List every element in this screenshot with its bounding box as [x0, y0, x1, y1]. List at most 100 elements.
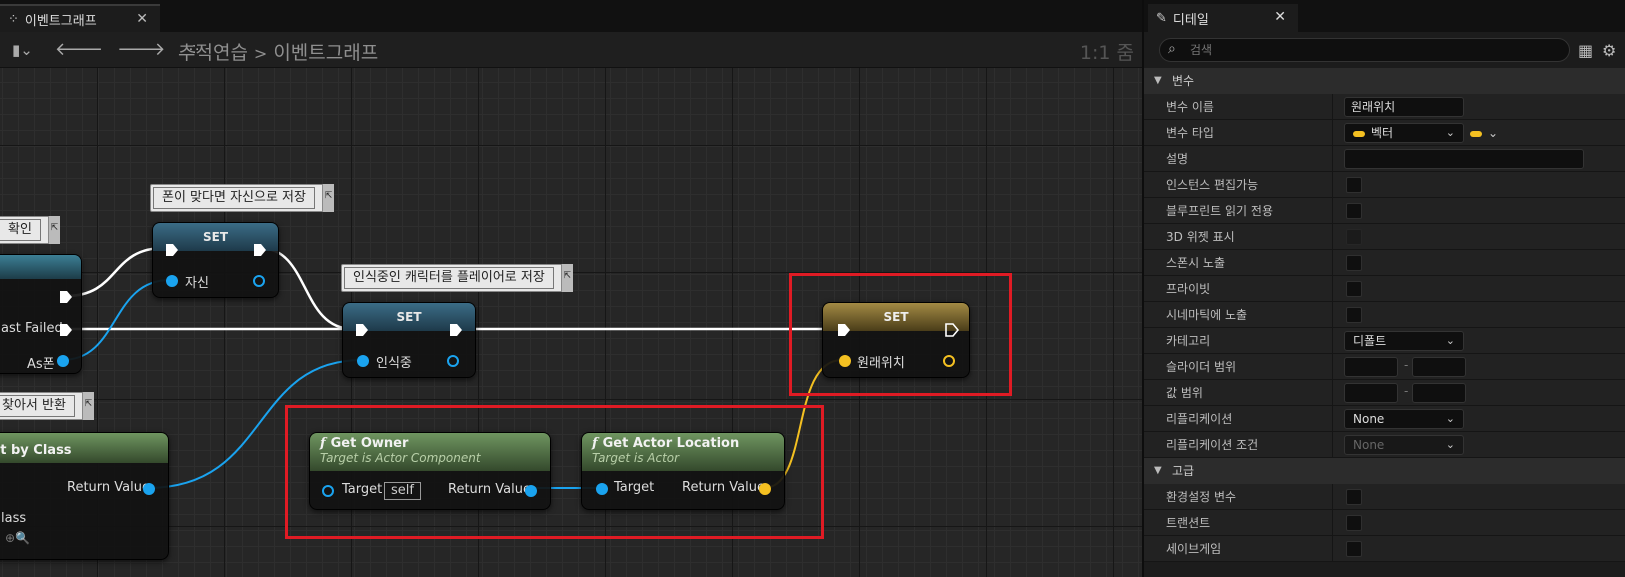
- comment-bubble[interactable]: 확인 ⇱: [0, 216, 60, 244]
- var-type-dropdown[interactable]: 벡터 ⌄: [1344, 123, 1464, 143]
- instance-editable-checkbox[interactable]: [1346, 177, 1362, 193]
- category-combo[interactable]: 디폴트 ⌄: [1344, 331, 1464, 351]
- comment-text: 폰이 맞다면 자신으로 저장: [153, 187, 315, 209]
- table-view-icon[interactable]: ▦: [1578, 41, 1593, 60]
- graph-toolbar: ▮⌄ 🡐 🡒 ⁘ 추적연습 > 이벤트그래프 1:1 줌: [0, 32, 1142, 68]
- prop-instance-editable: 인스턴스 편집가능: [1144, 172, 1625, 198]
- as-pawn-label: As폰: [27, 357, 55, 372]
- tab-details[interactable]: ✎ 디테일 ✕: [1148, 4, 1298, 32]
- exec-out-pin[interactable]: [59, 290, 73, 304]
- section-variable-header[interactable]: ▼ 변수: [1144, 68, 1625, 94]
- pin-icon[interactable]: ⇱: [47, 216, 60, 244]
- container-type-dropdown[interactable]: ⌄: [1470, 126, 1498, 140]
- show-3d-widget-label: 3D 위젯 표시: [1166, 230, 1235, 244]
- prop-var-name: 변수 이름 원래위치: [1144, 94, 1625, 120]
- gear-icon[interactable]: ⚙: [1602, 41, 1616, 60]
- replication-dropdown[interactable]: None ⌄: [1344, 409, 1464, 429]
- breadcrumb-parent[interactable]: 추적연습: [178, 42, 248, 64]
- details-search-row: ⌕ ▦ ⚙: [1144, 32, 1625, 68]
- comment-text: 인식중인 캐릭터를 플레이어로 저장: [344, 267, 554, 289]
- close-icon[interactable]: ✕: [1274, 9, 1286, 25]
- divider: [1332, 276, 1333, 302]
- get-by-class-title: nt by Class: [0, 443, 72, 458]
- slider-range-max-input[interactable]: [1412, 357, 1466, 377]
- self-input-pin[interactable]: [166, 275, 178, 287]
- back-arrow-icon[interactable]: 🡐: [55, 39, 103, 60]
- prop-replication-condition: 리플리케이션 조건 None ⌄: [1144, 432, 1625, 458]
- instance-editable-label: 인스턴스 편집가능: [1166, 178, 1259, 192]
- tab-event-graph[interactable]: ⁘ 이벤트그래프 ✕: [0, 4, 160, 32]
- comment-bubble[interactable]: 인식중인 캐릭터를 플레이어로 저장 ⇱: [341, 264, 573, 292]
- set-node-detecting[interactable]: SET 인식중: [342, 302, 476, 378]
- detecting-output-pin[interactable]: [447, 355, 459, 367]
- chevron-down-icon: ⌄: [1488, 126, 1499, 140]
- expose-on-spawn-label: 스폰시 노출: [1166, 256, 1226, 270]
- section-advanced-header[interactable]: ▼ 고급: [1144, 458, 1625, 484]
- graph-tab-bar: ⁘ 이벤트그래프 ✕: [0, 0, 1142, 32]
- graph-editor-panel: ⁘ 이벤트그래프 ✕ ▮⌄ 🡐 🡒 ⁘ 추적연습 > 이벤트그래프 1:1 줌 as…: [0, 0, 1142, 577]
- expose-cinematics-checkbox[interactable]: [1346, 307, 1362, 323]
- savegame-checkbox[interactable]: [1346, 541, 1362, 557]
- divider: [1332, 406, 1333, 432]
- return-value-pin[interactable]: [143, 483, 155, 495]
- show-3d-widget-checkbox: [1346, 229, 1362, 245]
- replication-label: 리플리케이션: [1166, 412, 1233, 426]
- slider-range-min-input[interactable]: [1344, 357, 1398, 377]
- self-var-label: 자신: [185, 276, 209, 291]
- prop-category: 카테고리 디폴트 ⌄: [1144, 328, 1625, 354]
- config-var-checkbox[interactable]: [1346, 489, 1362, 505]
- private-checkbox[interactable]: [1346, 281, 1362, 297]
- search-input[interactable]: [1190, 42, 1550, 58]
- exec-out-pin[interactable]: [449, 323, 463, 337]
- divider: [1332, 302, 1333, 328]
- set-node-self[interactable]: SET 자신: [152, 222, 279, 298]
- collapse-arrow-icon: ▼: [1154, 465, 1162, 476]
- category-value: 디폴트: [1353, 334, 1387, 348]
- transient-checkbox[interactable]: [1346, 515, 1362, 531]
- transient-label: 트랜션트: [1166, 516, 1211, 530]
- section-advanced-label: 고급: [1172, 464, 1195, 478]
- breadcrumb-current[interactable]: 이벤트그래프: [273, 42, 378, 64]
- comment-bubble[interactable]: 찾아서 반환 ⇱: [0, 392, 94, 420]
- self-output-pin[interactable]: [253, 275, 265, 287]
- range-dash: -: [1404, 384, 1409, 398]
- bookmark-icon[interactable]: ▮⌄: [12, 41, 33, 59]
- prop-savegame: 세이브게임: [1144, 536, 1625, 562]
- divider: [1332, 198, 1333, 224]
- exec-out-pin[interactable]: [253, 243, 267, 257]
- browse-icons[interactable]: ⊕🔍: [5, 531, 30, 545]
- divider: [1332, 146, 1333, 172]
- cast-node-partial[interactable]: ast Failed As폰: [0, 254, 82, 374]
- search-icon: ⌕: [1168, 41, 1176, 57]
- divider: [1332, 510, 1333, 536]
- exec-in-pin[interactable]: [355, 323, 369, 337]
- bp-readonly-checkbox[interactable]: [1346, 203, 1362, 219]
- value-range-min-input[interactable]: [1344, 383, 1398, 403]
- pin-icon[interactable]: ⇱: [321, 184, 334, 212]
- var-name-input[interactable]: 원래위치: [1344, 97, 1464, 117]
- search-box[interactable]: ⌕: [1159, 38, 1570, 62]
- tab-label: 디테일: [1172, 12, 1209, 28]
- get-by-class-node-partial[interactable]: nt by Class Return Value lass ⊕🔍: [0, 432, 169, 560]
- class-label: lass: [1, 511, 27, 526]
- value-range-max-input[interactable]: [1412, 383, 1466, 403]
- pin-icon[interactable]: ⇱: [560, 264, 573, 292]
- pin-icon[interactable]: ⇱: [81, 392, 94, 420]
- forward-arrow-icon[interactable]: 🡒: [117, 39, 165, 60]
- as-pawn-pin[interactable]: [57, 355, 69, 367]
- expose-on-spawn-checkbox[interactable]: [1346, 255, 1362, 271]
- prop-description: 설명: [1144, 146, 1625, 172]
- comment-bubble[interactable]: 폰이 맞다면 자신으로 저장 ⇱: [150, 184, 334, 212]
- prop-value-range: 값 범위 -: [1144, 380, 1625, 406]
- prop-show-3d-widget: 3D 위젯 표시: [1144, 224, 1625, 250]
- pencil-icon: ✎: [1156, 10, 1167, 26]
- close-icon[interactable]: ✕: [136, 11, 148, 27]
- description-input[interactable]: [1344, 149, 1584, 169]
- detecting-input-pin[interactable]: [357, 355, 369, 367]
- exec-in-pin[interactable]: [165, 243, 179, 257]
- cast-failed-label: ast Failed: [1, 321, 63, 336]
- cast-failed-pin[interactable]: [59, 323, 73, 337]
- var-type-label: 변수 타입: [1166, 126, 1214, 140]
- divider: [1332, 250, 1333, 276]
- private-label: 프라이빗: [1166, 282, 1211, 296]
